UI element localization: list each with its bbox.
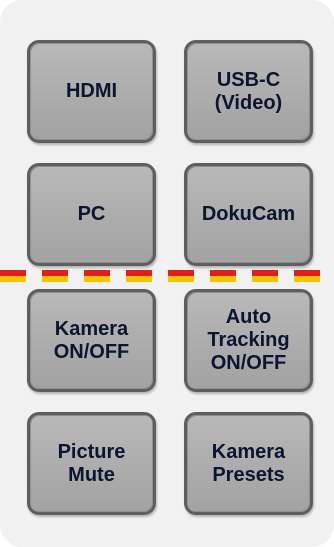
hdmi-button-label: HDMI <box>65 80 118 102</box>
dokucam-button-label: DokuCam <box>201 203 296 225</box>
picture-mute-button-label: Picture Mute <box>57 440 126 486</box>
camera-onoff-button-label: Kamera ON/OFF <box>53 317 130 363</box>
divider-yellow-dashes <box>0 276 334 282</box>
auto-tracking-onoff-button-label: Auto Tracking ON/OFF <box>207 306 290 374</box>
pc-button[interactable]: PC <box>27 163 156 266</box>
usb-c-video-button[interactable]: USB-C (Video) <box>184 40 313 143</box>
camera-presets-button-label: Kamera Presets <box>211 440 286 486</box>
control-panel: HDMI USB-C (Video) PC DokuCam Kamera ON/… <box>0 0 334 547</box>
auto-tracking-onoff-button[interactable]: Auto Tracking ON/OFF <box>184 289 313 392</box>
picture-mute-button[interactable]: Picture Mute <box>27 412 156 515</box>
camera-presets-button[interactable]: Kamera Presets <box>184 412 313 515</box>
camera-onoff-button[interactable]: Kamera ON/OFF <box>27 289 156 392</box>
dokucam-button[interactable]: DokuCam <box>184 163 313 266</box>
section-divider <box>0 270 334 282</box>
hdmi-button[interactable]: HDMI <box>27 40 156 143</box>
pc-button-label: PC <box>77 203 106 225</box>
usb-c-video-button-label: USB-C (Video) <box>214 68 283 114</box>
